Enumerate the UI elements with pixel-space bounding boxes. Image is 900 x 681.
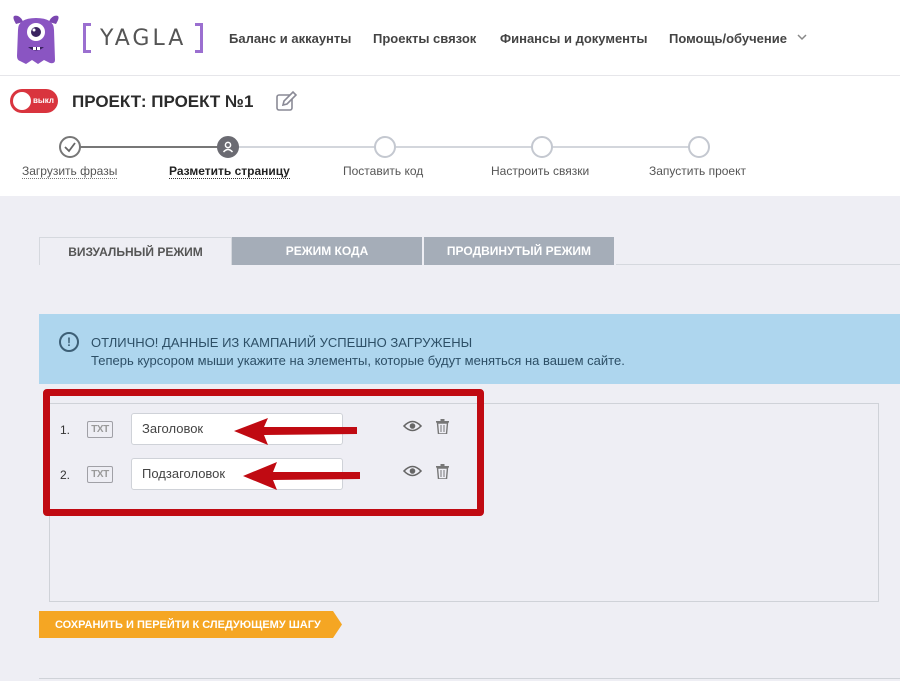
logo-bracket-right (195, 23, 204, 53)
nav-projects[interactable]: Проекты связок (373, 31, 476, 46)
step-2-circle[interactable] (217, 136, 239, 158)
red-arrow-icon (243, 462, 360, 490)
yagla-logo[interactable]: YAGLA (83, 22, 204, 54)
tab-code-mode[interactable]: РЕЖИМ КОДА (232, 237, 424, 265)
step-4-circle[interactable] (531, 136, 553, 158)
toggle-knob (13, 92, 31, 110)
checkmark-icon (64, 142, 76, 153)
nav-finances-documents[interactable]: Финансы и документы (500, 31, 648, 46)
step-connector-4 (552, 146, 689, 148)
logo-bracket-left (83, 23, 91, 53)
step-connector-2 (238, 146, 376, 148)
step-4-label[interactable]: Настроить связки (491, 164, 589, 178)
step-connector-3 (396, 146, 532, 148)
nav-help-label: Помощь/обучение (669, 31, 787, 46)
logo-text: YAGLA (100, 25, 187, 51)
step-1-label[interactable]: Загрузить фразы (22, 164, 118, 179)
step-3-circle[interactable] (374, 136, 396, 158)
info-banner: ! ОТЛИЧНО! ДАННЫЕ ИЗ КАМПАНИЙ УСПЕШНО ЗА… (39, 314, 900, 384)
info-title: ОТЛИЧНО! ДАННЫЕ ИЗ КАМПАНИЙ УСПЕШНО ЗАГР… (91, 335, 473, 350)
nav-help[interactable]: Помощь/обучение (669, 31, 807, 46)
edit-pencil-icon[interactable] (274, 90, 298, 114)
chevron-down-icon (797, 34, 807, 41)
tab-advanced-mode[interactable]: ПРОДВИНУТЫЙ РЕЖИМ (424, 237, 616, 265)
project-title: ПРОЕКТ: ПРОЕКТ №1 (72, 92, 254, 111)
step-5-circle[interactable] (688, 136, 710, 158)
red-arrow-icon (234, 418, 357, 445)
mode-tabs: ВИЗУАЛЬНЫЙ РЕЖИМ РЕЖИМ КОДА ПРОДВИНУТЫЙ … (39, 237, 616, 265)
highlight-box (43, 389, 484, 516)
toggle-label: выкл (33, 96, 54, 105)
yagla-mascot-icon[interactable] (8, 10, 64, 66)
step-1-circle[interactable] (59, 136, 81, 158)
step-connector-1 (80, 146, 218, 148)
info-text: Теперь курсором мыши укажите на элементы… (91, 353, 625, 368)
save-button-label: СОХРАНИТЬ И ПЕРЕЙТИ К СЛЕДУЮЩЕМУ ШАГУ (55, 619, 321, 631)
tab-visual-mode[interactable]: ВИЗУАЛЬНЫЙ РЕЖИМ (39, 237, 232, 265)
step-2-label[interactable]: Разметить страницу (169, 164, 290, 179)
user-icon (222, 141, 234, 153)
save-next-step-button[interactable]: СОХРАНИТЬ И ПЕРЕЙТИ К СЛЕДУЮЩЕМУ ШАГУ (39, 611, 342, 638)
step-3-label[interactable]: Поставить код (343, 164, 423, 178)
info-exclamation-icon: ! (59, 332, 79, 352)
nav-balance-accounts[interactable]: Баланс и аккаунты (229, 31, 351, 46)
top-header: YAGLA Баланс и аккаунты Проекты связок Ф… (0, 0, 900, 76)
bottom-divider (39, 678, 900, 679)
project-toggle[interactable]: выкл (10, 89, 58, 113)
step-5-label[interactable]: Запустить проект (649, 164, 746, 178)
